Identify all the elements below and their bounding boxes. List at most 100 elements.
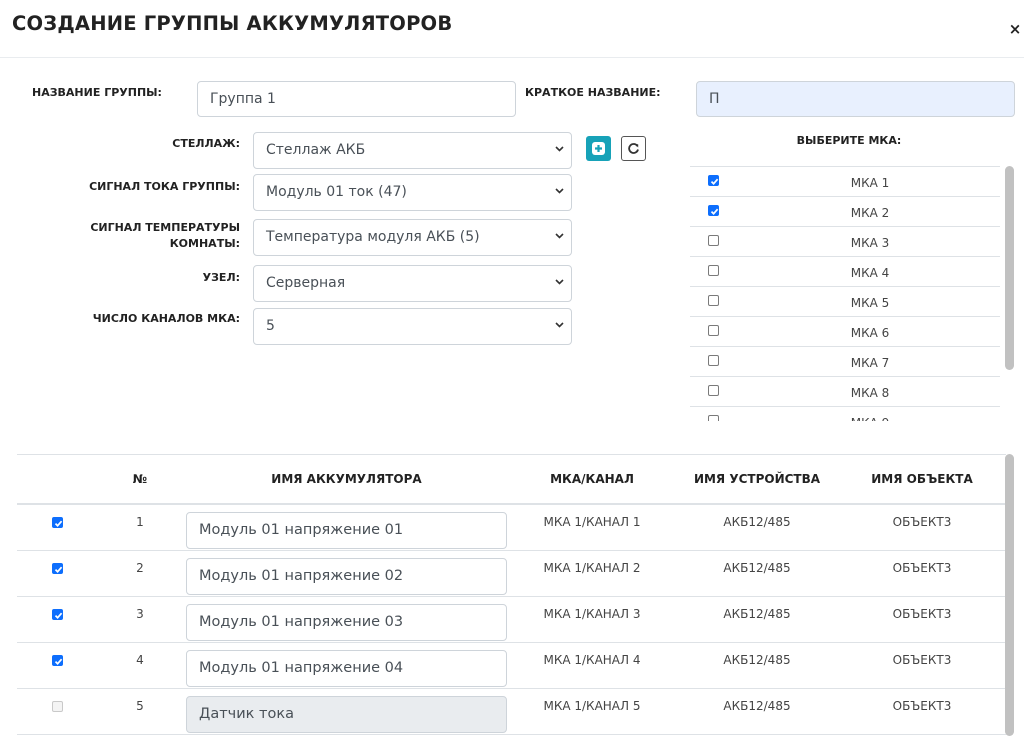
refresh-icon	[628, 143, 639, 154]
mka-item-label: МКА 9	[800, 416, 940, 421]
refresh-button[interactable]	[621, 136, 646, 161]
check-icon	[54, 612, 63, 619]
row-device: АКБ12/485	[723, 607, 791, 621]
col-header-num: №	[132, 472, 148, 486]
mka-item-label: МКА 5	[850, 296, 890, 310]
row-channel: МКА 1/КАНАЛ 1	[543, 515, 641, 529]
mka-item-label: МКА 1	[850, 176, 890, 190]
row-channel: МКА 1/КАНАЛ 2	[543, 561, 641, 575]
check-icon	[710, 178, 719, 185]
row-number: 1	[136, 515, 144, 529]
mka-list-item[interactable]: МКА 9	[690, 406, 1000, 421]
row-checkbox	[52, 701, 63, 712]
mka-list-scrollbar[interactable]	[1005, 166, 1014, 370]
check-icon	[54, 658, 63, 665]
mka-list-item[interactable]: МКА 5	[690, 286, 1000, 316]
row-checkbox[interactable]	[52, 563, 63, 574]
close-icon[interactable]: ×	[1008, 20, 1022, 38]
short-name-input[interactable]: П	[696, 81, 1015, 117]
mka-list-item[interactable]: МКА 8	[690, 376, 1000, 406]
row-checkbox[interactable]	[52, 517, 63, 528]
mka-item-label: МКА 6	[850, 326, 890, 340]
rack-select-value: Стеллаж АКБ	[266, 142, 366, 158]
check-icon	[54, 520, 63, 527]
mka-item-label: МКА 4	[850, 266, 890, 280]
add-rack-button[interactable]	[586, 136, 611, 161]
row-device: АКБ12/485	[723, 653, 791, 667]
mka-checkbox[interactable]	[708, 295, 719, 306]
node-label: УЗЕЛ:	[202, 271, 240, 284]
group-name-label: НАЗВАНИЕ ГРУППЫ:	[32, 86, 162, 99]
chevron-down-icon	[555, 279, 564, 287]
row-object: ОБЪЕКТ3	[892, 653, 952, 667]
mka-list-item[interactable]: МКА 1	[690, 166, 1000, 196]
mka-list-item[interactable]: МКА 4	[690, 256, 1000, 286]
mka-list-item[interactable]: МКА 6	[690, 316, 1000, 346]
col-header-channel: МКА/КАНАЛ	[550, 472, 634, 486]
rack-select[interactable]: Стеллаж АКБ	[253, 132, 572, 169]
channels-select[interactable]: 5	[253, 308, 572, 345]
row-object: ОБЪЕКТ3	[892, 699, 952, 713]
short-name-label: КРАТКОЕ НАЗВАНИЕ:	[525, 86, 661, 99]
table-row: 2 МКА 1/КАНАЛ 2 АКБ12/485 ОБЪЕКТ3 Модуль 01 …	[17, 551, 1006, 597]
chevron-down-icon	[555, 322, 564, 330]
mka-checkbox[interactable]	[708, 235, 719, 246]
battery-table-header: № ИМЯ АККУМУЛЯТОРА МКА/КАНАЛ ИМЯ УСТРОЙС…	[17, 455, 1006, 505]
mka-list[interactable]: МКА 1 МКА 2 МКА 3 МКА 4 МКА 5 МКА 6 МКА 7 МКА 8…	[690, 166, 1000, 421]
col-header-battery-name: ИМЯ АККУМУЛЯТОРА	[271, 472, 422, 486]
table-scrollbar[interactable]	[1005, 454, 1014, 736]
current-signal-label: СИГНАЛ ТОКА ГРУППЫ:	[89, 180, 240, 193]
node-select[interactable]: Серверная	[253, 265, 572, 302]
row-number: 2	[136, 561, 144, 575]
modal-header: СОЗДАНИЕ ГРУППЫ АККУМУЛЯТОРОВ ×	[0, 0, 1024, 58]
modal-title: СОЗДАНИЕ ГРУППЫ АККУМУЛЯТОРОВ	[12, 12, 453, 35]
temp-signal-select[interactable]: Температура модуля АКБ (5)	[253, 219, 572, 256]
mka-checkbox[interactable]	[708, 205, 719, 216]
row-object: ОБЪЕКТ3	[892, 607, 952, 621]
row-channel: МКА 1/КАНАЛ 4	[543, 653, 641, 667]
col-header-device: ИМЯ УСТРОЙСТВА	[693, 472, 821, 486]
mka-list-item[interactable]: МКА 7	[690, 346, 1000, 376]
row-channel: МКА 1/КАНАЛ 5	[543, 699, 641, 713]
mka-item-label: МКА 7	[850, 356, 890, 370]
battery-name-input: Датчик тока	[186, 696, 507, 733]
battery-name-input[interactable]: Модуль 01 напряжение 01	[186, 512, 507, 549]
mka-item-label: МКА 2	[850, 206, 890, 220]
table-row: 4 МКА 1/КАНАЛ 4 АКБ12/485 ОБЪЕКТ3 Модуль 01 …	[17, 643, 1006, 689]
chevron-down-icon	[555, 146, 564, 154]
table-row: 3 МКА 1/КАНАЛ 3 АКБ12/485 ОБЪЕКТ3 Модуль 01 …	[17, 597, 1006, 643]
mka-checkbox[interactable]	[708, 265, 719, 276]
plus-square-icon	[592, 142, 605, 155]
table-row: 5 МКА 1/КАНАЛ 5 АКБ12/485 ОБЪЕКТ3 Датчик ток…	[17, 689, 1006, 735]
node-select-value: Серверная	[266, 275, 346, 291]
current-signal-select[interactable]: Модуль 01 ток (47)	[253, 174, 572, 211]
row-channel: МКА 1/КАНАЛ 3	[543, 607, 641, 621]
battery-name-input[interactable]: Модуль 01 напряжение 02	[186, 558, 507, 595]
group-name-input[interactable]: Группа 1	[197, 81, 516, 117]
battery-name-input[interactable]: Модуль 01 напряжение 03	[186, 604, 507, 641]
mka-item-label: МКА 3	[850, 236, 890, 250]
row-checkbox[interactable]	[52, 655, 63, 666]
row-number: 5	[136, 699, 144, 713]
row-object: ОБЪЕКТ3	[892, 561, 952, 575]
mka-item-label: МКА 8	[850, 386, 890, 400]
mka-list-item[interactable]: МКА 3	[690, 226, 1000, 256]
mka-checkbox[interactable]	[708, 325, 719, 336]
row-device: АКБ12/485	[723, 561, 791, 575]
check-icon	[710, 208, 719, 215]
chevron-down-icon	[555, 188, 564, 196]
battery-table: № ИМЯ АККУМУЛЯТОРА МКА/КАНАЛ ИМЯ УСТРОЙС…	[17, 454, 1006, 756]
mka-checkbox[interactable]	[708, 415, 719, 421]
battery-name-input[interactable]: Модуль 01 напряжение 04	[186, 650, 507, 687]
row-object: ОБЪЕКТ3	[892, 515, 952, 529]
mka-checkbox[interactable]	[708, 385, 719, 396]
row-device: АКБ12/485	[723, 515, 791, 529]
row-number: 3	[136, 607, 144, 621]
row-checkbox[interactable]	[52, 609, 63, 620]
mka-list-item[interactable]: МКА 2	[690, 196, 1000, 226]
rack-label: СТЕЛЛАЖ:	[172, 137, 240, 150]
current-signal-value: Модуль 01 ток (47)	[266, 184, 407, 200]
mka-checkbox[interactable]	[708, 355, 719, 366]
mka-checkbox[interactable]	[708, 175, 719, 186]
mka-select-title: ВЫБЕРИТЕ МКА:	[796, 134, 902, 147]
